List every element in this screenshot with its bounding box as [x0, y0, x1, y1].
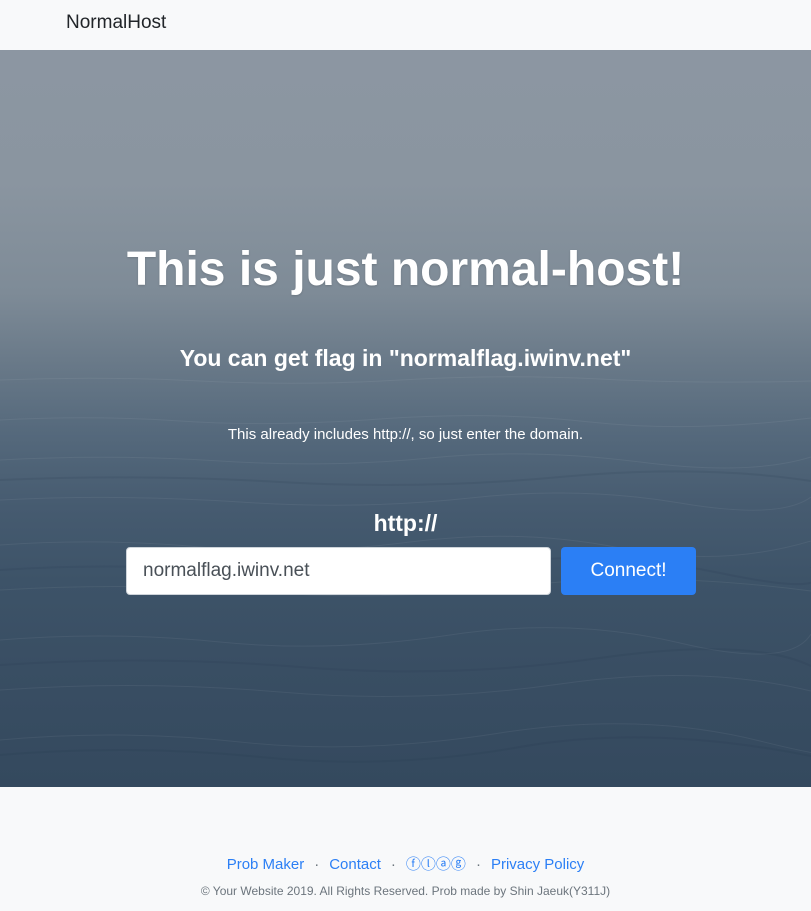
footer: Prob Maker · Contact · ⓕⓛⓐⓖ · Privacy Policy ©…: [0, 787, 811, 911]
connect-button[interactable]: Connect!: [561, 547, 696, 595]
navbar: NormalHost: [0, 0, 811, 50]
footer-separator: ·: [390, 856, 396, 873]
footer-link-contact[interactable]: Contact: [329, 856, 381, 873]
domain-input[interactable]: [126, 547, 551, 595]
footer-link-privacy-policy[interactable]: Privacy Policy: [491, 856, 584, 873]
footer-links: Prob Maker · Contact · ⓕⓛⓐⓖ · Privacy Policy: [0, 853, 811, 874]
protocol-label: http://: [373, 510, 438, 536]
footer-separator: ·: [314, 856, 320, 873]
footer-link-prob-maker[interactable]: Prob Maker: [227, 856, 305, 873]
masthead: This is just normal-host! You can get fl…: [0, 50, 811, 787]
hero-subtitle: You can get flag in "normalflag.iwinv.ne…: [179, 345, 632, 371]
hero-note: This already includes http://, so just e…: [227, 426, 584, 443]
sea-background: [0, 376, 811, 763]
copyright: © Your Website 2019. All Rights Reserved…: [200, 884, 611, 898]
footer-separator: ·: [475, 856, 481, 873]
footer-link-flag[interactable]: ⓕⓛⓐⓖ: [406, 856, 466, 873]
brand-link[interactable]: NormalHost: [66, 12, 166, 34]
hero-title: This is just normal-host!: [126, 243, 685, 296]
